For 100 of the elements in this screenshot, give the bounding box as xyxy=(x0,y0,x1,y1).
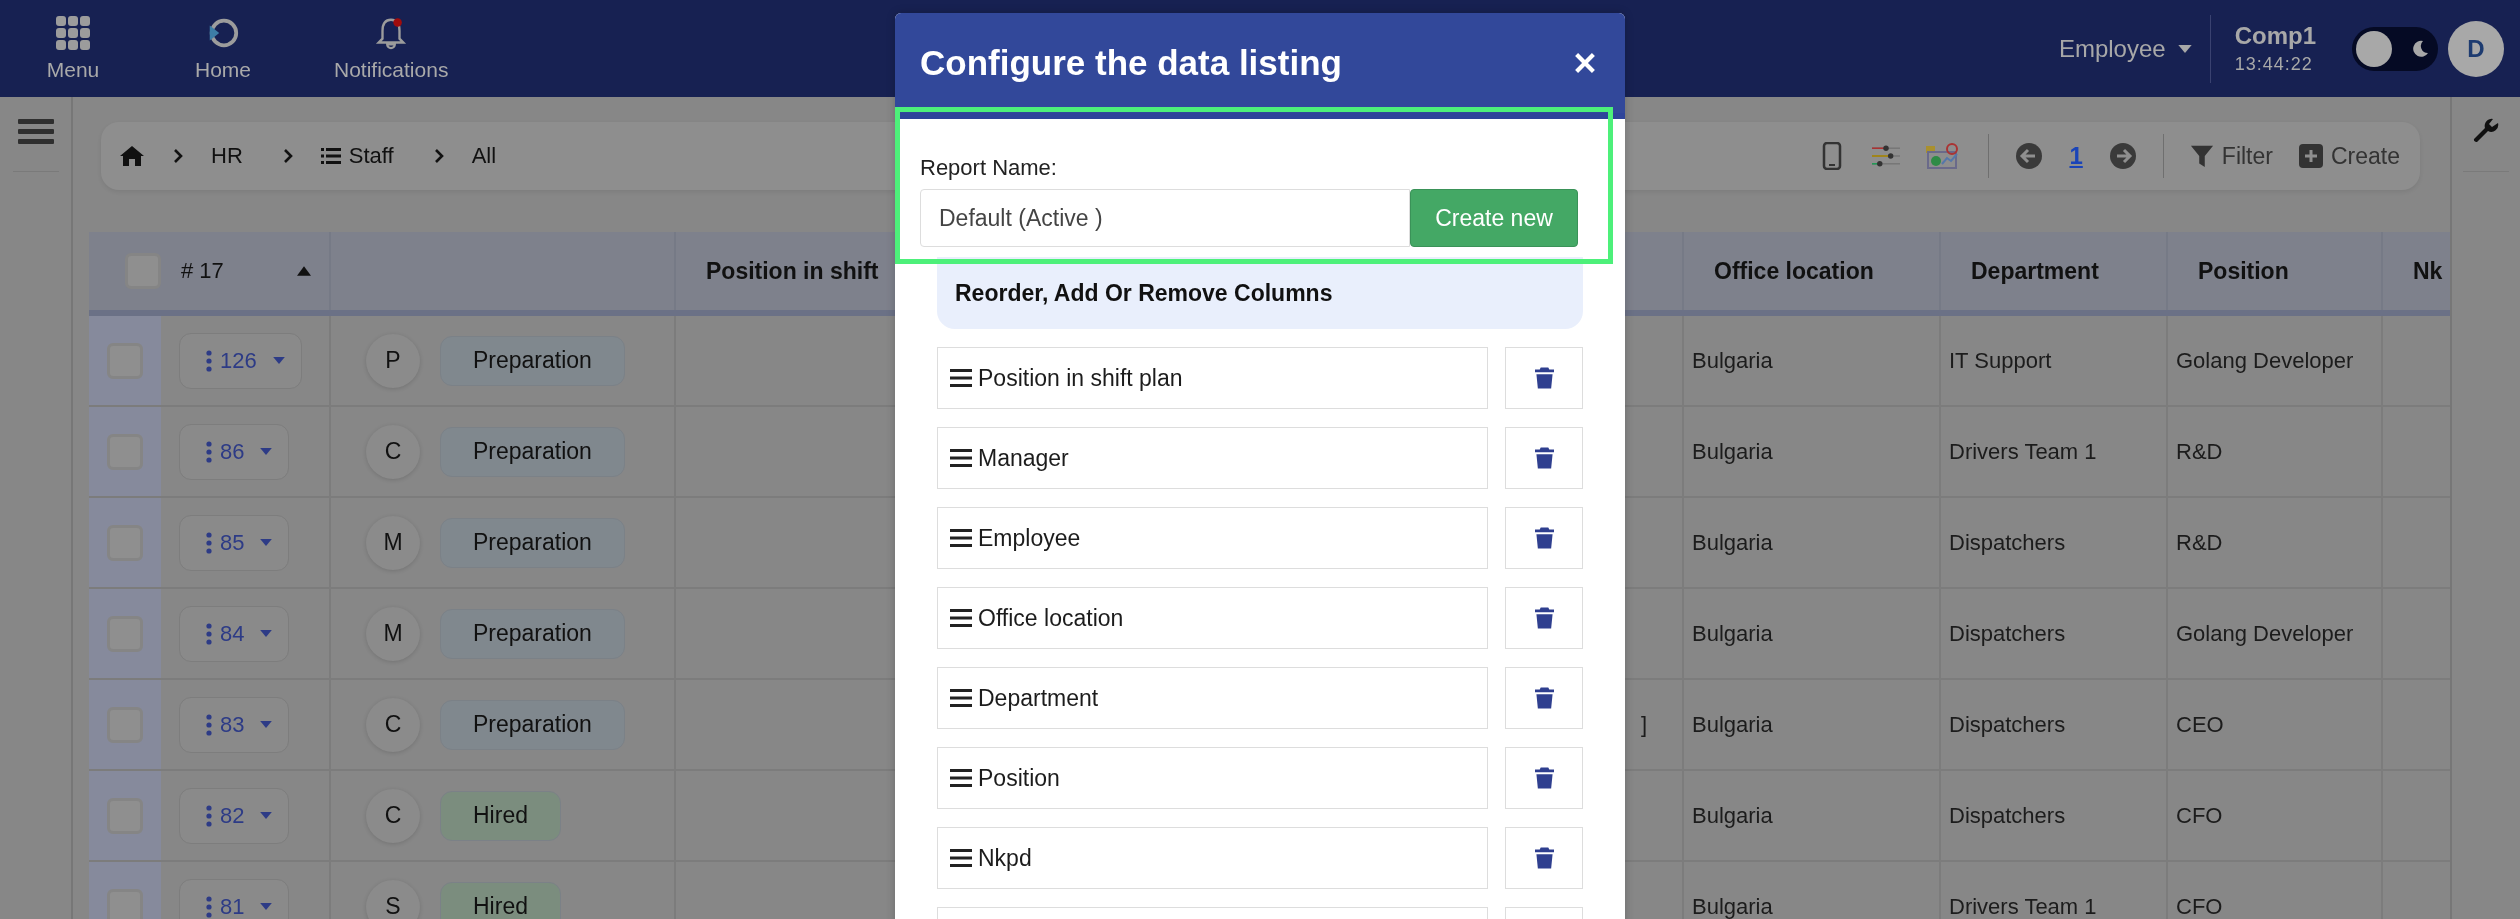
home-icon[interactable] xyxy=(119,145,145,167)
caret-icon xyxy=(272,357,285,364)
column-header[interactable]: Office location xyxy=(1692,257,1874,285)
filter-button[interactable]: Filter xyxy=(2189,142,2273,170)
kebab-icon xyxy=(206,895,212,918)
column-item[interactable]: Position in shift plan xyxy=(937,347,1488,409)
chevron-icon xyxy=(433,148,444,164)
table-cell: CEO xyxy=(2176,711,2224,738)
moon-icon xyxy=(2410,38,2430,59)
column-header[interactable]: Position in shift xyxy=(706,257,879,285)
caret-icon xyxy=(260,448,273,455)
status-badge: Hired xyxy=(440,881,561,919)
table-cell: Dispatchers xyxy=(1949,620,2066,647)
column-item[interactable]: Office location xyxy=(937,587,1488,649)
wrench-icon[interactable] xyxy=(2472,117,2500,145)
kebab-icon xyxy=(206,713,212,736)
table-cell: CFO xyxy=(2176,802,2223,829)
menu-icon[interactable] xyxy=(17,119,54,145)
trash-icon xyxy=(1534,366,1554,390)
delete-button[interactable] xyxy=(1505,347,1583,409)
role-dropdown[interactable]: Employee xyxy=(2058,14,2211,83)
breadcrumb-link[interactable]: Staff xyxy=(320,143,394,169)
person-avatar: C xyxy=(366,424,420,479)
create-new-button[interactable]: Create new xyxy=(1410,189,1578,247)
kebab-icon xyxy=(206,440,212,463)
delete-button[interactable] xyxy=(1505,587,1583,649)
breadcrumb-link[interactable]: HR xyxy=(211,143,243,169)
table-cell: Dispatchers xyxy=(1949,711,2066,738)
row-actions-button[interactable]: 85 xyxy=(179,514,290,571)
delete-button[interactable] xyxy=(1505,427,1583,489)
column-item[interactable]: Position xyxy=(937,747,1488,809)
page-number-link[interactable]: 1 xyxy=(2069,142,2083,170)
nav-button[interactable]: Menu xyxy=(18,15,128,82)
close-icon[interactable] xyxy=(1573,51,1597,75)
table-cell: ] xyxy=(1641,711,1648,738)
breadcrumb-link[interactable]: All xyxy=(471,143,497,169)
row-actions-button[interactable]: 86 xyxy=(179,423,290,480)
column-item[interactable]: Manager xyxy=(937,427,1488,489)
nav-button[interactable]: Notifications xyxy=(318,15,465,82)
report-name-field[interactable]: Default (Active ) xyxy=(920,189,1410,247)
table-cell: Golang Developer xyxy=(2176,347,2354,374)
next-page-icon[interactable] xyxy=(2108,142,2137,170)
chevron-icon xyxy=(173,148,183,164)
table-cell: Drivers Team 1 xyxy=(1949,893,2097,919)
caret-icon xyxy=(260,721,273,728)
sort-icon[interactable] xyxy=(297,266,311,276)
person-avatar: C xyxy=(366,788,420,843)
row-count: # 17 xyxy=(181,258,224,284)
table-cell: CFO xyxy=(2176,893,2223,919)
row-actions-button[interactable]: 83 xyxy=(179,696,290,753)
table-cell: R&D xyxy=(2176,529,2223,556)
table-cell: Drivers Team 1 xyxy=(1949,438,2097,465)
delete-button[interactable] xyxy=(1505,827,1583,889)
trash-icon xyxy=(1534,446,1554,470)
caret-icon xyxy=(2177,44,2192,53)
table-cell: Bulgaria xyxy=(1692,620,1773,647)
kebab-icon xyxy=(206,622,212,645)
person-avatar: S xyxy=(366,879,420,919)
table-cell: Dispatchers xyxy=(1949,529,2066,556)
status-badge: Preparation xyxy=(440,335,625,386)
drag-handle-icon xyxy=(950,849,972,867)
column-item[interactable]: Employee xyxy=(937,507,1488,569)
trash-icon xyxy=(1534,686,1554,710)
row-actions-button[interactable]: 81 xyxy=(179,878,290,919)
company-name: Comp1 xyxy=(2234,22,2316,50)
delete-button[interactable] xyxy=(1505,667,1583,729)
column-item[interactable]: Department xyxy=(937,667,1488,729)
create-button[interactable]: Create xyxy=(2298,142,2400,170)
filter-icon xyxy=(2189,144,2214,168)
trash-icon xyxy=(1534,766,1554,790)
status-badge: Preparation xyxy=(440,517,625,568)
trash-icon xyxy=(1534,606,1554,630)
theme-toggle[interactable] xyxy=(2352,26,2438,71)
drag-handle-icon xyxy=(950,689,972,707)
report-name-label: Report Name: xyxy=(920,155,1058,181)
kebab-icon xyxy=(206,349,212,372)
column-header[interactable]: Position xyxy=(2176,257,2289,285)
table-cell: Bulgaria xyxy=(1692,529,1773,556)
row-actions-button[interactable]: 84 xyxy=(179,605,290,662)
dialog-title: Configure the data listing xyxy=(920,43,1342,83)
row-actions-button[interactable]: 82 xyxy=(179,787,290,844)
row-actions-button[interactable]: 126 xyxy=(179,332,302,389)
delete-button[interactable] xyxy=(1505,747,1583,809)
status-badge: Hired xyxy=(440,790,561,841)
drag-handle-icon xyxy=(950,769,972,787)
caret-icon xyxy=(260,903,273,910)
delete-button[interactable] xyxy=(1505,507,1583,569)
user-avatar[interactable]: D xyxy=(2448,20,2504,77)
nav-button[interactable]: Home xyxy=(168,15,278,82)
column-header[interactable]: Nk xyxy=(2413,257,2443,285)
grid-icon xyxy=(56,15,90,50)
drag-handle-icon xyxy=(950,369,972,387)
column-item[interactable]: Nkpd xyxy=(937,827,1488,889)
previous-page-icon[interactable] xyxy=(2015,142,2044,170)
list-icon xyxy=(320,148,341,164)
column-header[interactable]: Department xyxy=(1949,257,2099,285)
table-cell: Golang Developer xyxy=(2176,620,2354,647)
section-header: Reorder, Add Or Remove Columns xyxy=(937,257,1583,329)
trash-icon xyxy=(1534,846,1554,870)
table-cell: Bulgaria xyxy=(1692,893,1773,919)
